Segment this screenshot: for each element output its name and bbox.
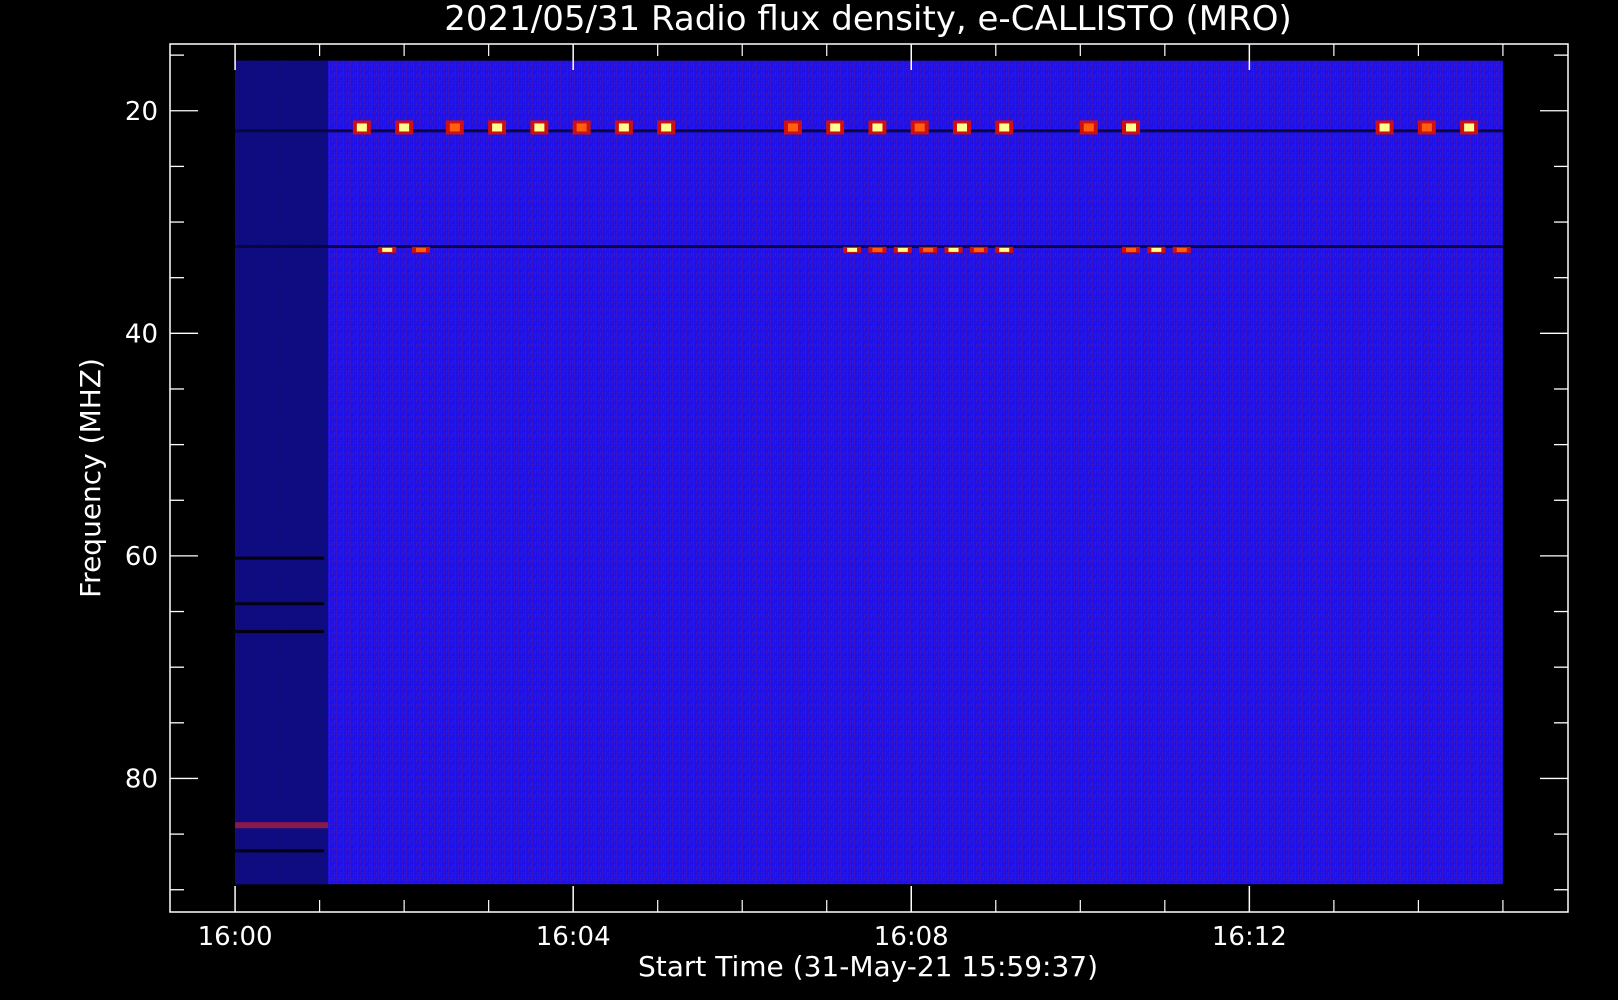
calibration-strip: [235, 60, 329, 885]
chart-title: 2021/05/31 Radio flux density, e-CALLIST…: [444, 0, 1292, 39]
burst-core: [872, 247, 883, 252]
burst-core: [948, 247, 959, 252]
burst-core: [923, 247, 934, 252]
spectrogram-noise: [235, 60, 1503, 885]
burst-core: [576, 123, 587, 132]
burst-core: [1176, 247, 1187, 252]
burst-core: [897, 247, 908, 252]
y-tick-label: 20: [125, 97, 158, 127]
burst-core: [399, 123, 410, 132]
spectrogram-field: [235, 60, 1503, 885]
burst-core: [618, 123, 629, 132]
y-tick-label: 60: [125, 542, 158, 572]
burst-core: [1379, 123, 1390, 132]
burst-core: [1151, 247, 1162, 252]
x-tick-label: 16:08: [874, 922, 949, 952]
burst-core: [1421, 123, 1432, 132]
burst-core: [956, 123, 967, 132]
burst-core: [872, 123, 883, 132]
dark-band: [235, 556, 324, 560]
burst-core: [449, 123, 460, 132]
x-tick-label: 16:12: [1212, 922, 1287, 952]
burst-core: [999, 247, 1010, 252]
burst-core: [999, 123, 1010, 132]
burst-core: [661, 123, 672, 132]
spectrogram-chart: 2021/05/31 Radio flux density, e-CALLIST…: [74, 0, 1569, 983]
calibration-band: [235, 822, 329, 829]
burst-core: [416, 247, 427, 252]
burst-core: [1083, 123, 1094, 132]
y-axis-label: Frequency (MHZ): [74, 358, 107, 598]
dark-band: [235, 849, 324, 853]
burst-core: [382, 247, 393, 252]
burst-core: [1126, 247, 1137, 252]
dark-band: [235, 602, 324, 606]
dark-band: [235, 630, 324, 634]
burst-core: [1464, 123, 1475, 132]
burst-core: [356, 123, 367, 132]
burst-core: [914, 123, 925, 132]
burst-core: [787, 123, 798, 132]
x-tick-label: 16:04: [536, 922, 611, 952]
burst-core: [1126, 123, 1137, 132]
x-tick-label: 16:00: [198, 922, 273, 952]
y-tick-label: 40: [125, 319, 158, 349]
burst-core: [534, 123, 545, 132]
burst-core: [492, 123, 503, 132]
y-tick-label: 80: [125, 764, 158, 794]
burst-core: [973, 247, 984, 252]
burst-core: [847, 247, 858, 252]
x-axis-label: Start Time (31-May-21 15:59:37): [638, 950, 1098, 983]
burst-core: [830, 123, 841, 132]
